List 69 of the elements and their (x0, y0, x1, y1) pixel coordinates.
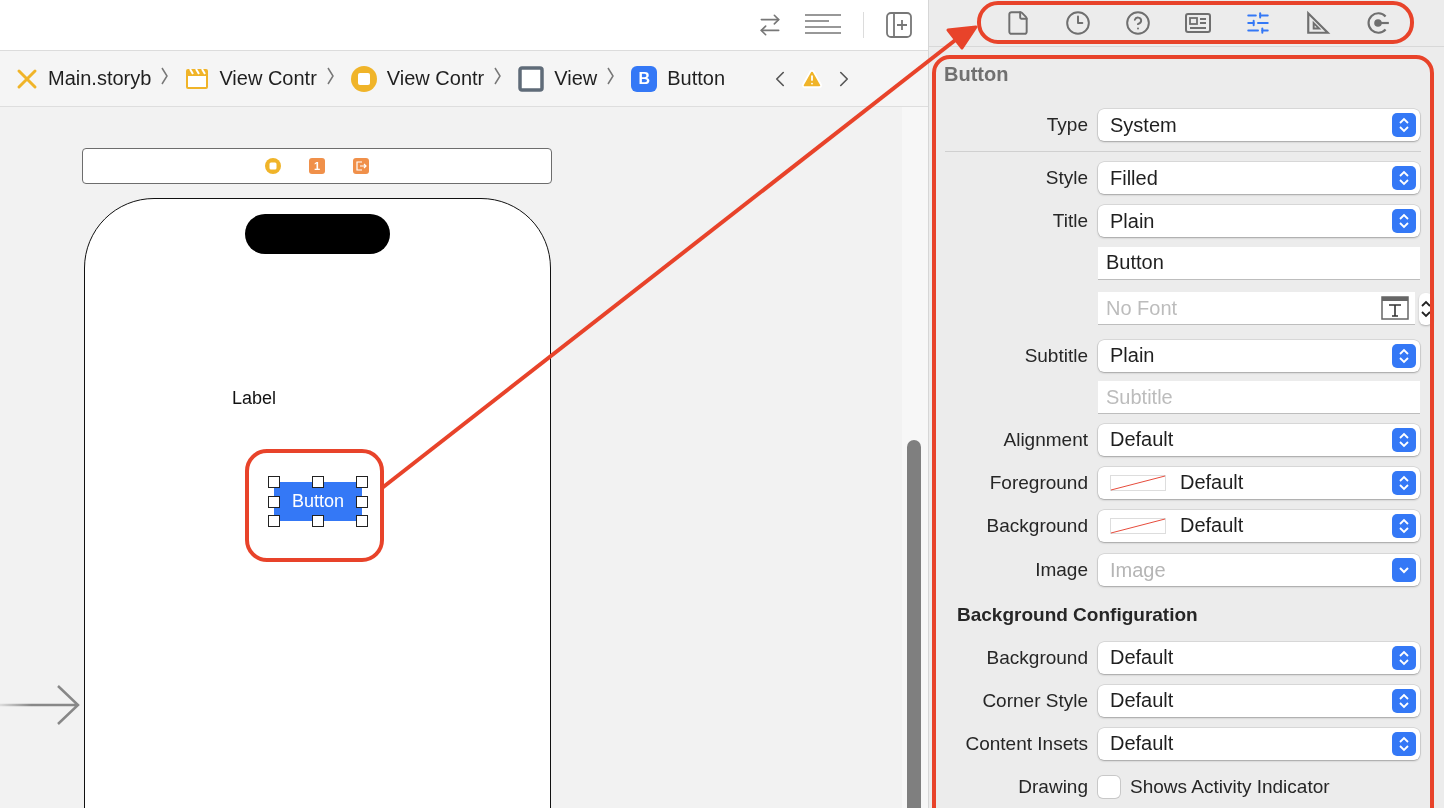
stepper-icon (1392, 513, 1416, 538)
popup-button[interactable]: Filled (1098, 162, 1420, 195)
exit-icon[interactable] (353, 158, 369, 174)
chevron-icon (607, 67, 616, 85)
color-popup-button[interactable]: Default (1098, 509, 1420, 542)
breadcrumb-item[interactable]: B Button (631, 65, 726, 92)
text-lines-icon[interactable] (805, 13, 841, 37)
popup-button[interactable]: System (1098, 109, 1420, 142)
square-icon (518, 65, 545, 92)
stepper-icon (1392, 113, 1416, 138)
popup-button[interactable]: Plain (1098, 339, 1420, 372)
breadcrumb-item[interactable]: View Contr (350, 65, 485, 92)
stepper-icon (1392, 209, 1416, 234)
field-label: Foreground (988, 471, 1088, 494)
stepper-icon (1392, 470, 1416, 495)
field-label: Subtitle (1023, 344, 1088, 367)
pencil-ruler-icon (16, 67, 38, 90)
no-color-swatch-icon (1110, 517, 1166, 534)
field-label: Alignment (1002, 428, 1088, 451)
letter-badge-icon: B (631, 65, 658, 92)
scrollbar-thumb[interactable] (907, 440, 921, 808)
stepper-icon (1392, 731, 1416, 756)
stepper-icon (1392, 427, 1416, 452)
text-field[interactable]: Button (1098, 246, 1420, 280)
stepper-icon (1392, 645, 1416, 670)
resize-handle[interactable] (356, 515, 368, 527)
field-label: Background (985, 514, 1088, 537)
section-heading: Background Configuration (956, 602, 1199, 627)
popup-button[interactable]: Default (1098, 423, 1420, 456)
popup-button[interactable]: Default (1098, 727, 1420, 760)
label-text[interactable]: Label (232, 388, 277, 409)
resize-handle[interactable] (312, 476, 324, 488)
chevron-down-icon (1392, 558, 1416, 583)
clapperboard-icon (185, 66, 210, 91)
field-label: Style (1044, 167, 1088, 190)
add-panel-icon[interactable] (886, 12, 912, 38)
color-popup-button[interactable]: Default (1098, 466, 1420, 499)
chevron-icon (326, 67, 335, 85)
resize-handle[interactable] (356, 476, 368, 488)
field-label: Title (1051, 210, 1088, 233)
field-label: Content Insets (964, 732, 1088, 755)
no-color-swatch-icon (1110, 474, 1166, 491)
breadcrumb-item[interactable]: View Contr (185, 66, 317, 91)
chevron-icon (494, 67, 503, 85)
stepper-icon (1392, 343, 1416, 368)
checkbox-label: Shows Activity Indicator (1130, 775, 1330, 798)
text-field[interactable]: Subtitle (1098, 381, 1420, 415)
font-field[interactable]: No Font (1098, 292, 1415, 326)
breadcrumb-item[interactable]: View (518, 65, 598, 92)
stepper-icon (1392, 688, 1416, 713)
field-label: Type (1045, 114, 1088, 137)
inspector-title: Button (943, 61, 1010, 87)
field-label: Image (1034, 559, 1088, 582)
chevron-icon (161, 67, 170, 85)
resize-handle[interactable] (356, 496, 368, 508)
stepper-icon (1392, 166, 1416, 191)
popup-button[interactable]: Plain (1098, 205, 1420, 238)
field-label: Corner Style (981, 689, 1088, 712)
resize-handle[interactable] (312, 515, 324, 527)
resize-handle[interactable] (268, 476, 280, 488)
popup-button[interactable]: Default (1098, 684, 1420, 717)
font-picker-icon[interactable] (1381, 296, 1409, 321)
field-label: Drawing (1017, 775, 1088, 798)
breadcrumb-item[interactable]: Main.storyb (16, 67, 152, 90)
checkbox[interactable] (1098, 775, 1120, 798)
resize-handle[interactable] (268, 515, 280, 527)
field-label: Background (985, 646, 1088, 669)
resize-handle[interactable] (268, 496, 280, 508)
popup-button[interactable]: Default (1098, 641, 1420, 674)
